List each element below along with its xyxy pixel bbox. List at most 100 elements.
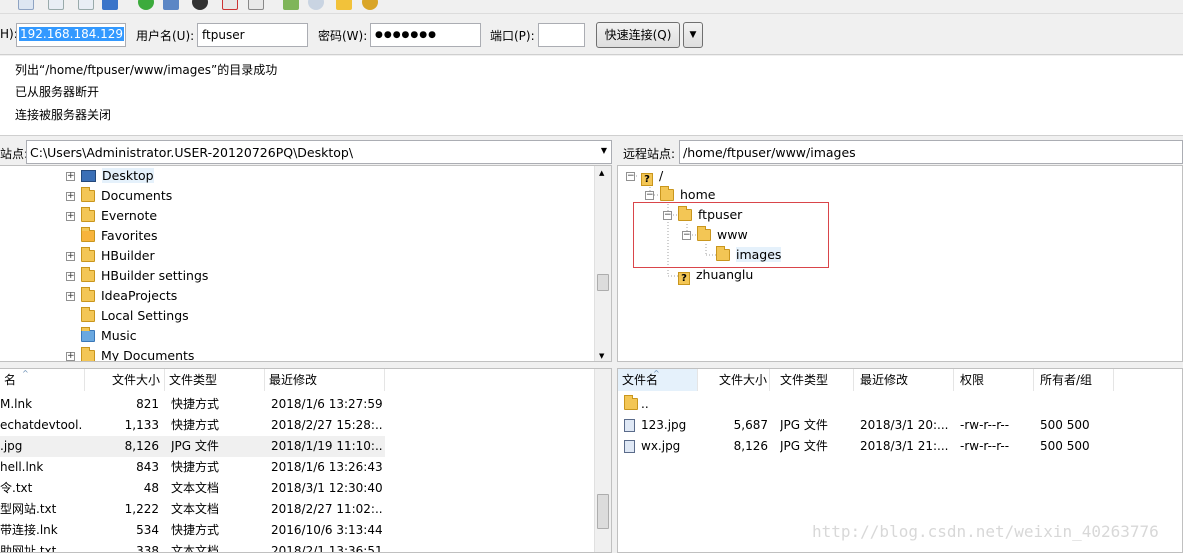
- scroll-down-icon[interactable]: ▼: [599, 352, 604, 360]
- cell-perm: -rw-r--r--: [960, 439, 1010, 453]
- col-header-modified[interactable]: 最近修改: [854, 369, 954, 391]
- tree-item[interactable]: Local Settings: [66, 306, 189, 326]
- transfer-queue-icon[interactable]: [102, 0, 118, 10]
- col-header-name[interactable]: 名 ^: [0, 369, 85, 391]
- quickconnect-button[interactable]: 快速连接(Q): [596, 22, 680, 48]
- filter-icon[interactable]: [163, 0, 179, 10]
- local-site-label: 站点:: [0, 147, 29, 161]
- tree-item[interactable]: + Desktop: [66, 166, 154, 186]
- scroll-thumb[interactable]: [597, 274, 609, 291]
- user-input[interactable]: ftpuser: [197, 23, 308, 47]
- tree-label: Music: [101, 328, 137, 343]
- col-header-modified[interactable]: 最近修改: [265, 369, 385, 391]
- scroll-up-icon[interactable]: ▲: [599, 169, 604, 177]
- tree-item[interactable]: Music: [66, 326, 137, 346]
- tree-item-zhuanglu[interactable]: ? zhuanglu: [663, 265, 753, 285]
- cell-name: .jpg: [0, 439, 23, 453]
- cell-owner: 500 500: [1040, 418, 1090, 432]
- table-row[interactable]: 带连接.lnk 534 快捷方式 2016/10/6 3:13:44: [0, 520, 385, 541]
- tree-label: Desktop: [102, 168, 154, 183]
- col-header-name[interactable]: 文件名 ^: [618, 369, 698, 391]
- table-row[interactable]: ..: [618, 394, 1182, 415]
- table-row[interactable]: .jpg 8,126 JPG 文件 2018/1/19 11:10:...: [0, 436, 385, 457]
- refresh-icon[interactable]: [138, 0, 154, 10]
- password-input[interactable]: ●●●●●●●: [370, 23, 481, 47]
- col-header-size[interactable]: 文件大小: [698, 369, 770, 391]
- image-file-icon: [624, 440, 635, 453]
- cell-perm: -rw-r--r--: [960, 418, 1010, 432]
- cell-modified: 2018/1/6 13:27:59: [271, 397, 383, 411]
- table-row[interactable]: echatdevtool... 1,133 快捷方式 2018/2/27 15:28:…: [0, 415, 385, 436]
- cell-modified: 2018/2/27 15:28:...: [271, 418, 383, 432]
- chevron-down-icon[interactable]: ▼: [683, 22, 703, 48]
- toggle-log-icon[interactable]: [48, 0, 64, 10]
- table-row[interactable]: 型网站.txt 1,222 文本文档 2018/2/27 11:02:...: [0, 499, 385, 520]
- tree-item[interactable]: + Evernote: [66, 206, 157, 226]
- sync-browse-icon[interactable]: [336, 0, 352, 10]
- cell-size: 821: [136, 397, 159, 411]
- port-input[interactable]: [538, 23, 585, 47]
- cell-modified: 2018/2/27 11:02:...: [271, 502, 383, 516]
- cell-size: 338: [136, 544, 159, 553]
- compare-icon[interactable]: [283, 0, 299, 10]
- table-row[interactable]: 助网址.txt 338 文本文档 2018/2/1 13:36:51: [0, 541, 385, 553]
- cancel-icon[interactable]: [192, 0, 208, 10]
- tree-item[interactable]: + HBuilder settings: [66, 266, 208, 286]
- expand-icon[interactable]: +: [66, 292, 75, 301]
- cell-size: 1,133: [124, 418, 159, 432]
- tree-item[interactable]: Favorites: [66, 226, 157, 246]
- table-row[interactable]: M.lnk 821 快捷方式 2018/1/6 13:27:59: [0, 394, 385, 415]
- tree-label: HBuilder settings: [101, 268, 209, 283]
- col-header-permissions[interactable]: 权限: [954, 369, 1034, 391]
- collapse-icon[interactable]: −: [626, 172, 635, 181]
- disconnect-icon[interactable]: [222, 0, 238, 10]
- remote-path-bar: 远程站点: /home/ftpuser/www/images: [618, 140, 1183, 164]
- cell-type: 快捷方式: [171, 523, 220, 537]
- toggle-tree-icon[interactable]: [78, 0, 94, 10]
- highlight-box: [633, 202, 829, 268]
- chevron-down-icon[interactable]: ▼: [601, 146, 607, 155]
- site-manager-icon[interactable]: [18, 0, 34, 10]
- tree-item[interactable]: + My Documents: [66, 346, 194, 361]
- message-log: 列出“/home/ftpuser/www/images”的目录成功 已从服务器断…: [0, 56, 1183, 136]
- table-row[interactable]: 令.txt 48 文本文档 2018/3/1 12:30:40: [0, 478, 385, 499]
- folder-icon: [81, 267, 95, 282]
- cell-type: 快捷方式: [171, 418, 220, 432]
- col-header-type[interactable]: 文件类型: [165, 369, 265, 391]
- local-files-scrollbar[interactable]: [594, 369, 611, 552]
- tree-item[interactable]: + HBuilder: [66, 246, 155, 266]
- tree-label: HBuilder: [101, 248, 155, 263]
- expand-icon[interactable]: +: [66, 252, 75, 261]
- col-header-type[interactable]: 文件类型: [770, 369, 854, 391]
- host-input[interactable]: 192.168.184.129: [16, 23, 126, 47]
- col-header-size[interactable]: 文件大小: [85, 369, 165, 391]
- search-icon[interactable]: [308, 0, 324, 10]
- tree-label: Documents: [101, 188, 173, 203]
- expand-icon[interactable]: +: [66, 192, 75, 201]
- table-row[interactable]: wx.jpg 8,126 JPG 文件 2018/3/1 21:... -rw-r--r…: [618, 436, 1182, 457]
- expand-icon[interactable]: +: [66, 212, 75, 221]
- expand-icon[interactable]: +: [66, 172, 75, 181]
- cell-name: 123.jpg: [641, 418, 687, 432]
- quickconnect-bar: H): 192.168.184.129 用户名(U): ftpuser 密码(W…: [0, 15, 1183, 55]
- local-tree-scrollbar[interactable]: ▲ ▼: [594, 166, 611, 361]
- collapse-icon[interactable]: −: [645, 191, 654, 200]
- expand-icon[interactable]: +: [66, 272, 75, 281]
- local-path-input[interactable]: C:\Users\Administrator.USER-20120726PQ\D…: [26, 140, 612, 164]
- tree-item[interactable]: + Documents: [66, 186, 172, 206]
- cell-modified: [860, 394, 952, 415]
- reconnect-icon[interactable]: [248, 0, 264, 10]
- cell-type: 文本文档: [171, 502, 220, 516]
- cell-size: [703, 394, 768, 415]
- scroll-thumb[interactable]: [597, 494, 609, 529]
- table-row[interactable]: 123.jpg 5,687 JPG 文件 2018/3/1 20:... -rw-r--…: [618, 415, 1182, 436]
- table-row[interactable]: hell.lnk 843 快捷方式 2018/1/6 13:26:43: [0, 457, 385, 478]
- local-path-bar: 站点: C:\Users\Administrator.USER-20120726…: [0, 140, 612, 164]
- tree-item[interactable]: + IdeaProjects: [66, 286, 177, 306]
- binoculars-icon[interactable]: [362, 0, 378, 10]
- tree-item-root[interactable]: −? /: [626, 166, 663, 186]
- expand-icon[interactable]: +: [66, 352, 75, 361]
- remote-path-input[interactable]: /home/ftpuser/www/images: [679, 140, 1183, 164]
- sort-ascending-icon: ^: [653, 369, 660, 378]
- col-header-owner[interactable]: 所有者/组: [1034, 369, 1114, 391]
